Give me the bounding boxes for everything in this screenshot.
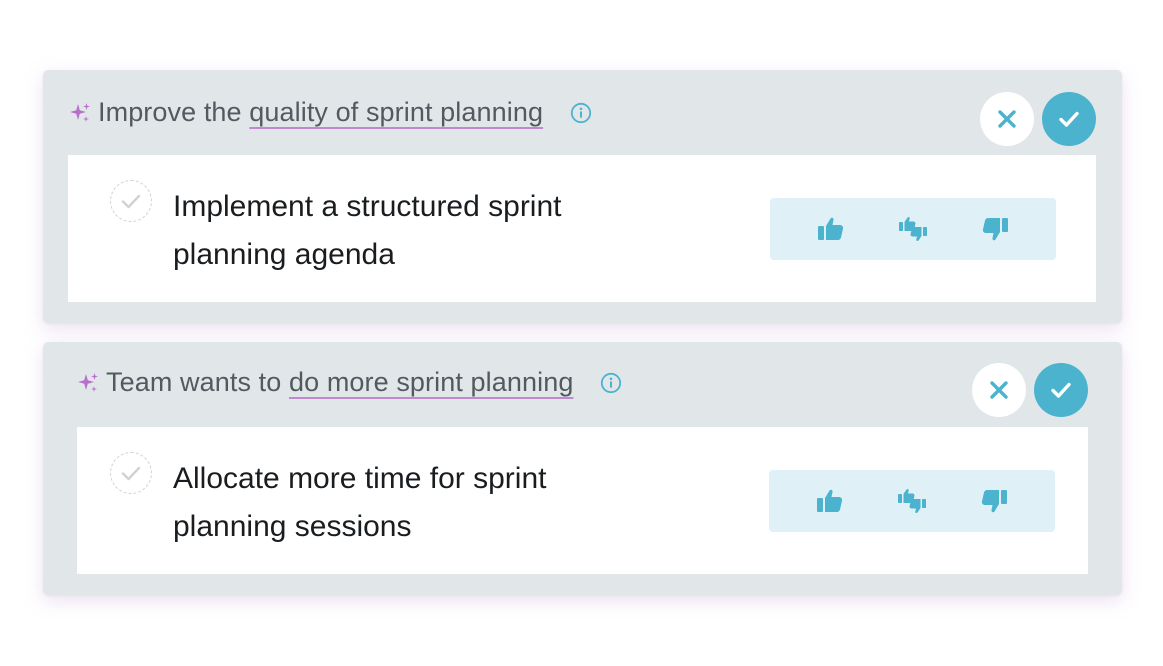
info-icon[interactable] [600, 372, 622, 394]
thumbs-mixed-button[interactable] [892, 481, 932, 521]
goal-title-prefix: Improve the [98, 97, 250, 127]
complete-checkbox[interactable] [110, 180, 152, 222]
dismiss-button[interactable] [972, 363, 1026, 417]
feedback-bar [769, 470, 1055, 532]
card-header: Team wants to do more sprint planning [76, 340, 622, 425]
check-circle-icon [121, 194, 141, 209]
thumbs-mixed-button[interactable] [893, 209, 933, 249]
card-header: Improve the quality of sprint planning [68, 70, 592, 155]
thumbs-mixed-icon [899, 216, 927, 242]
dismiss-button[interactable] [980, 92, 1034, 146]
close-icon [998, 110, 1016, 128]
action-item: Allocate more time for sprint planning s… [77, 427, 1088, 574]
goal-title-highlight: do more sprint planning [288, 367, 574, 397]
goal-title: Team wants to do more sprint planning [106, 367, 573, 398]
thumbs-up-button[interactable] [811, 209, 851, 249]
thumbs-down-button[interactable] [974, 481, 1014, 521]
suggestion-card: Improve the quality of sprint planning I… [43, 70, 1122, 323]
action-text: Implement a structured sprint planning a… [173, 183, 653, 279]
thumbs-down-icon [981, 490, 1007, 513]
suggestion-card: Team wants to do more sprint planning Al… [43, 342, 1122, 595]
feedback-bar [770, 198, 1056, 260]
sparkle-icon [78, 372, 98, 392]
action-text-line: Implement a structured sprint [173, 190, 562, 223]
complete-checkbox[interactable] [110, 452, 152, 494]
goal-title-prefix: Team wants to [106, 367, 289, 397]
check-icon [1059, 111, 1079, 127]
action-text-line: planning sessions [173, 510, 412, 543]
thumbs-up-icon [817, 489, 843, 512]
sparkle-icon [70, 102, 90, 122]
thumbs-mixed-icon [898, 488, 926, 514]
thumbs-up-button[interactable] [810, 481, 850, 521]
action-text-line: planning agenda [173, 238, 395, 271]
info-icon[interactable] [570, 102, 592, 124]
goal-title: Improve the quality of sprint planning [98, 97, 543, 128]
action-text: Allocate more time for sprint planning s… [173, 455, 653, 551]
goal-title-highlight: quality of sprint planning [249, 97, 544, 127]
close-icon [990, 381, 1008, 399]
accept-button[interactable] [1034, 363, 1088, 417]
thumbs-up-icon [818, 217, 844, 240]
thumbs-down-icon [982, 218, 1008, 241]
action-item: Implement a structured sprint planning a… [68, 155, 1096, 302]
action-text-line: Allocate more time for sprint [173, 462, 547, 495]
thumbs-down-button[interactable] [975, 209, 1015, 249]
check-circle-icon [121, 466, 141, 481]
check-icon [1051, 382, 1071, 398]
accept-button[interactable] [1042, 92, 1096, 146]
